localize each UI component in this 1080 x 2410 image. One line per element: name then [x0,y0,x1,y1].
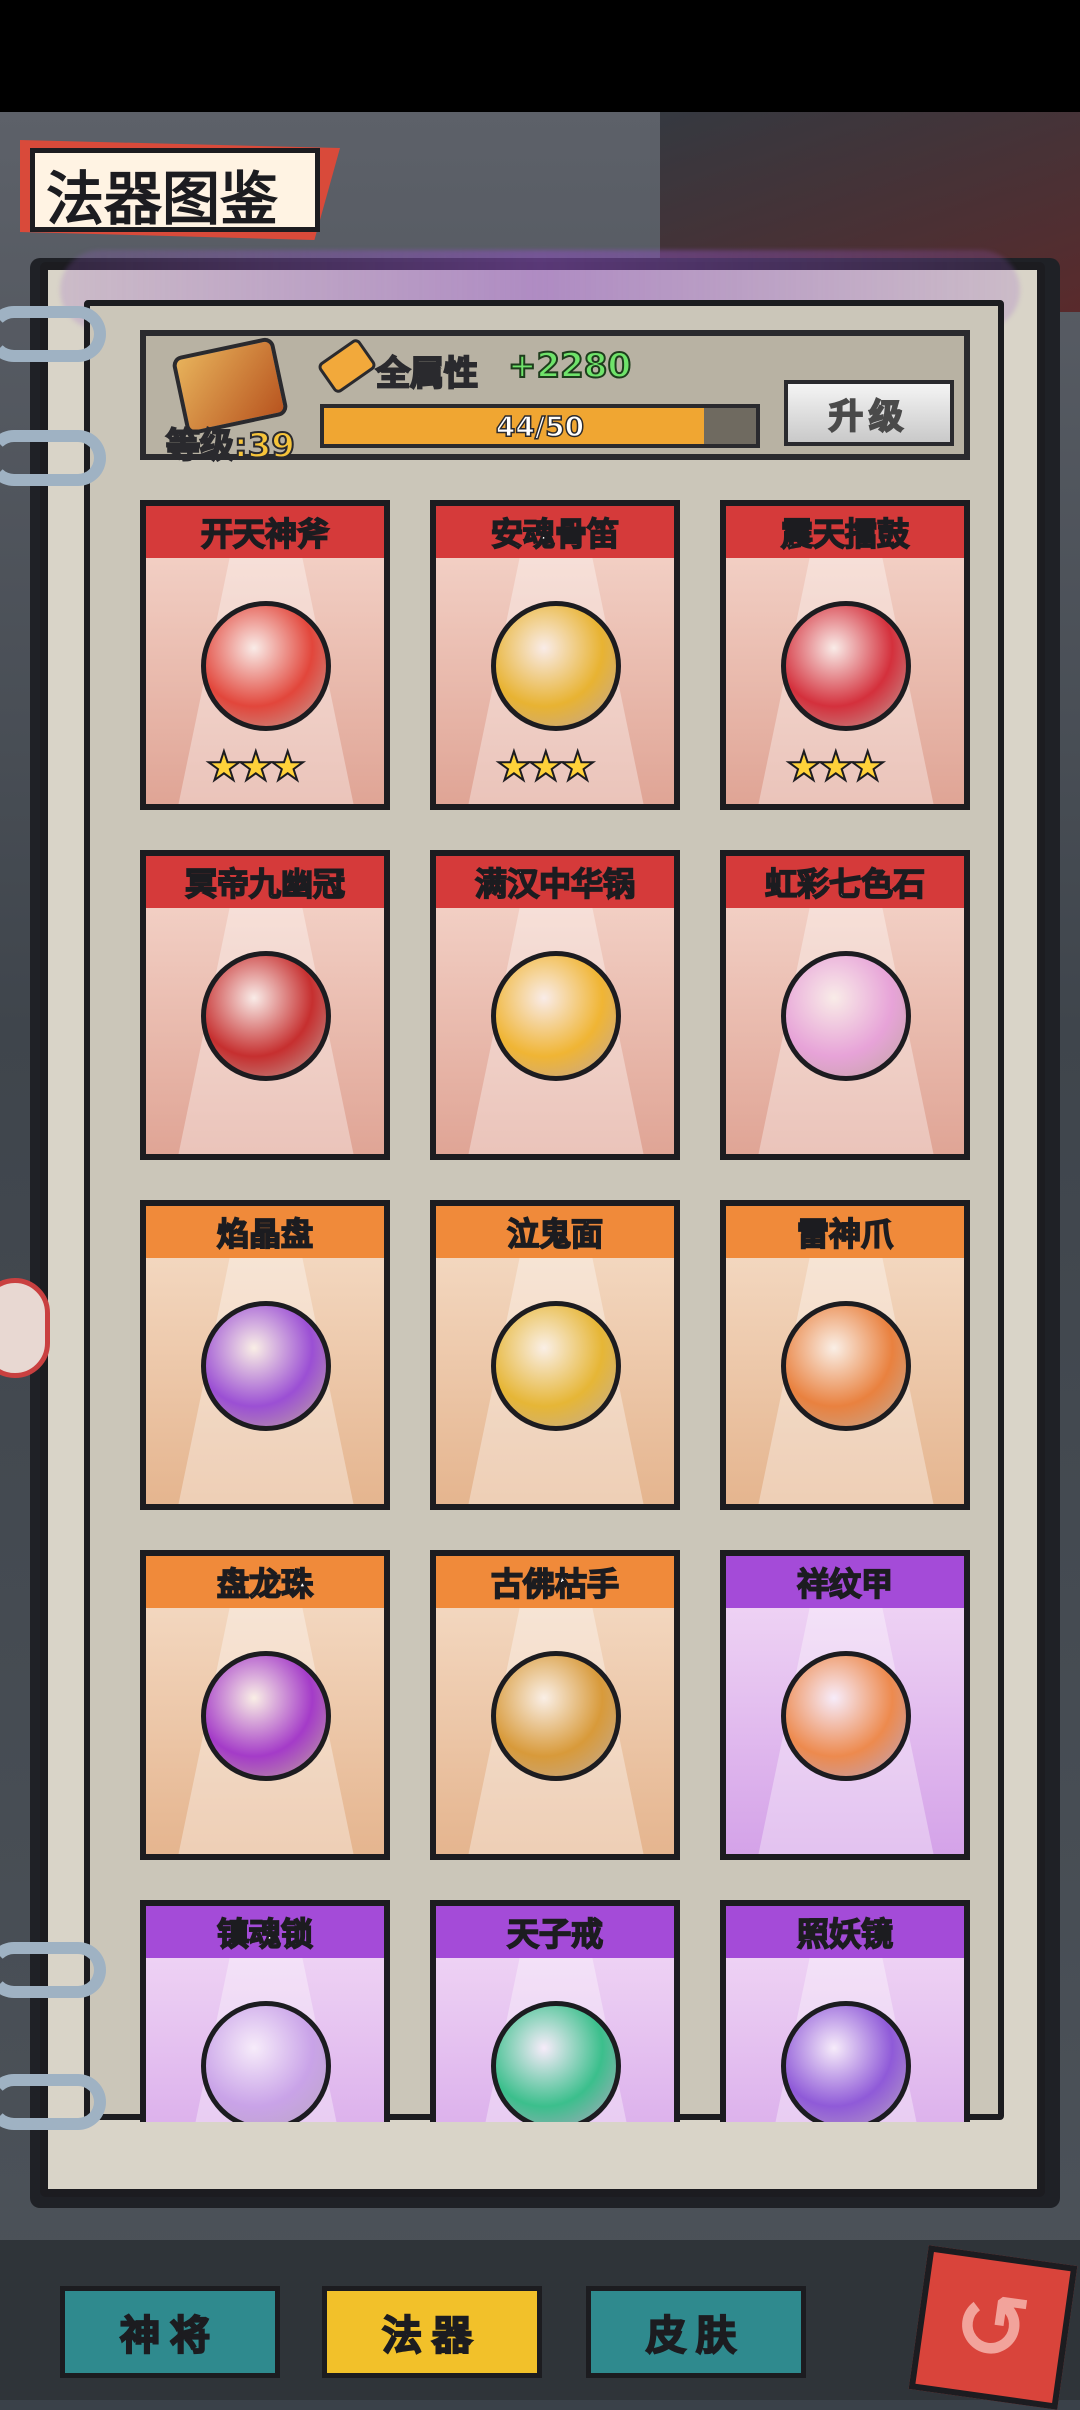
artifact-name: 雷神爪 [726,1206,964,1258]
artifact-icon [491,1651,621,1781]
level-progress-bar: 44/50 [320,404,760,448]
return-arrow-icon: ↺ [947,2270,1037,2385]
star-rating: ★★★ [205,743,307,791]
artifact-icon [781,2001,911,2122]
attribute-value: +2280 [507,345,632,387]
binder-ring [0,2074,106,2130]
artifact-name: 震天擂鼓 [726,506,964,558]
attribute-label: 全属性 [375,353,479,395]
binder-ring [0,306,106,362]
artifact-card[interactable]: 震天擂鼓 ★★★ [720,500,970,810]
artifact-name: 泣鬼面 [436,1206,674,1258]
artifact-card[interactable]: 泣鬼面 [430,1200,680,1510]
artifact-icon [781,1301,911,1431]
artifact-icon [201,951,331,1081]
artifact-card[interactable]: 镇魂锁 [140,1900,390,2122]
artifact-name: 焰晶盘 [146,1206,384,1258]
artifact-card[interactable]: 安魂骨笛 ★★★ [430,500,680,810]
artifact-card[interactable]: 满汉中华锅 [430,850,680,1160]
artifact-name: 祥纹甲 [726,1556,964,1608]
artifact-name: 古佛枯手 [436,1556,674,1608]
artifact-name: 开天神斧 [146,506,384,558]
artifact-grid: 开天神斧 ★★★ 安魂骨笛 ★★★ 震天擂鼓 ★★★ 冥帝九幽冠 满汉中华锅 虹彩七色石焰晶盘泣… [130,500,990,2122]
artifact-name: 镇魂锁 [146,1906,384,1958]
artifact-name: 天子戒 [436,1906,674,1958]
artifact-name: 满汉中华锅 [436,856,674,908]
level-progress-text: 44/50 [495,409,585,444]
artifact-card[interactable]: 焰晶盘 [140,1200,390,1510]
artifact-card[interactable]: 天子戒 [430,1900,680,2122]
artifact-icon [781,601,911,731]
artifact-card[interactable]: 盘龙珠 [140,1550,390,1860]
back-button[interactable]: ↺ [908,2245,1078,2410]
upgrade-button[interactable]: 升级 [784,380,954,446]
star-rating: ★★★ [495,743,597,791]
tab-artifacts[interactable]: 法器 [322,2286,542,2378]
artifact-icon [781,951,911,1081]
artifact-card[interactable]: 开天神斧 ★★★ [140,500,390,810]
tab-skins[interactable]: 皮肤 [586,2286,806,2378]
artifact-icon [491,601,621,731]
binder-ring [0,1942,106,1998]
star-rating: ★★★ [785,743,887,791]
binder-ring [0,430,106,486]
artifact-name: 冥帝九幽冠 [146,856,384,908]
artifact-card[interactable]: 祥纹甲 [720,1550,970,1860]
artifact-icon [781,1651,911,1781]
artifact-icon [491,951,621,1081]
artifact-card[interactable]: 古佛枯手 [430,1550,680,1860]
artifact-card[interactable]: 雷神爪 [720,1200,970,1510]
artifact-card[interactable]: 虹彩七色石 [720,850,970,1160]
artifact-name: 盘龙珠 [146,1556,384,1608]
tab-heroes[interactable]: 神将 [60,2286,280,2378]
level-label: 等级:39 [165,425,296,467]
artifact-icon [201,601,331,731]
artifact-name: 安魂骨笛 [436,506,674,558]
artifact-card[interactable]: 照妖镜 [720,1900,970,2122]
artifact-name: 照妖镜 [726,1906,964,1958]
artifact-icon [201,1301,331,1431]
artifact-icon [201,2001,331,2122]
gamepad-icon[interactable] [0,1278,50,1378]
artifact-icon [201,1651,331,1781]
artifact-icon [491,2001,621,2122]
status-bar [0,0,1080,112]
artifact-name: 虹彩七色石 [726,856,964,908]
page-title: 法器图鉴 [46,165,279,233]
artifact-card[interactable]: 冥帝九幽冠 [140,850,390,1160]
artifact-icon [491,1301,621,1431]
